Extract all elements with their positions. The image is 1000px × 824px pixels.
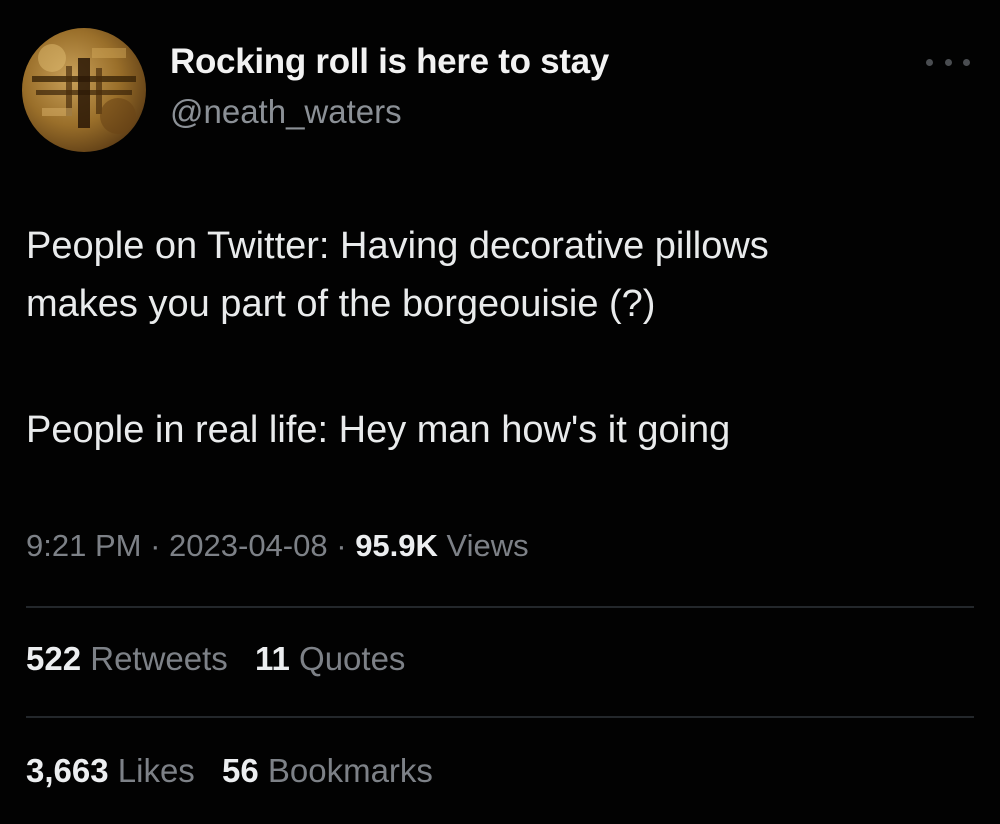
tweet-text-line: makes you part of the borgeouisie (?)	[26, 283, 656, 325]
more-horizontal-icon[interactable]	[926, 52, 970, 72]
dot-icon	[963, 58, 970, 66]
quotes-count: 11	[254, 640, 290, 677]
likes-label: Likes	[117, 752, 195, 789]
likes-count: 3,663	[26, 752, 109, 789]
author-handle[interactable]: @neath_waters	[170, 93, 402, 131]
divider	[26, 716, 974, 718]
retweets-link[interactable]: 522 Retweets	[26, 640, 228, 677]
separator: ·	[336, 528, 347, 563]
bookmarks-link[interactable]: 56 Bookmarks	[222, 752, 433, 789]
tweet-meta: 9:21 PM · 2023-04-08 · 95.9K Views	[26, 528, 529, 564]
engagement-row-1: 522 Retweets 11 Quotes	[26, 640, 423, 678]
tweet-text-line: People on Twitter: Having decorative pil…	[26, 225, 769, 267]
avatar[interactable]	[22, 28, 146, 152]
views-count: 95.9K	[355, 528, 438, 563]
retweets-label: Retweets	[90, 640, 228, 677]
separator: ·	[150, 528, 161, 563]
quotes-label: Quotes	[299, 640, 406, 677]
bookmarks-count: 56	[221, 752, 259, 789]
dot-icon	[926, 58, 933, 66]
author-display-name[interactable]: Rocking roll is here to stay	[170, 42, 609, 82]
avatar-image	[32, 44, 136, 134]
views-label: Views	[446, 528, 529, 563]
tweet-card: Rocking roll is here to stay @neath_wate…	[0, 0, 1000, 824]
dot-icon	[944, 58, 952, 66]
tweet-date[interactable]: 2023-04-08	[169, 528, 328, 563]
divider	[26, 606, 974, 608]
quotes-link[interactable]: 11 Quotes	[255, 640, 405, 677]
tweet-text-line: People in real life: Hey man how's it go…	[26, 409, 731, 451]
bookmarks-label: Bookmarks	[267, 752, 433, 789]
likes-link[interactable]: 3,663 Likes	[26, 752, 195, 789]
retweets-count: 522	[26, 640, 82, 677]
tweet-time[interactable]: 9:21 PM	[26, 528, 141, 563]
engagement-row-2: 3,663 Likes 56 Bookmarks	[26, 752, 451, 790]
